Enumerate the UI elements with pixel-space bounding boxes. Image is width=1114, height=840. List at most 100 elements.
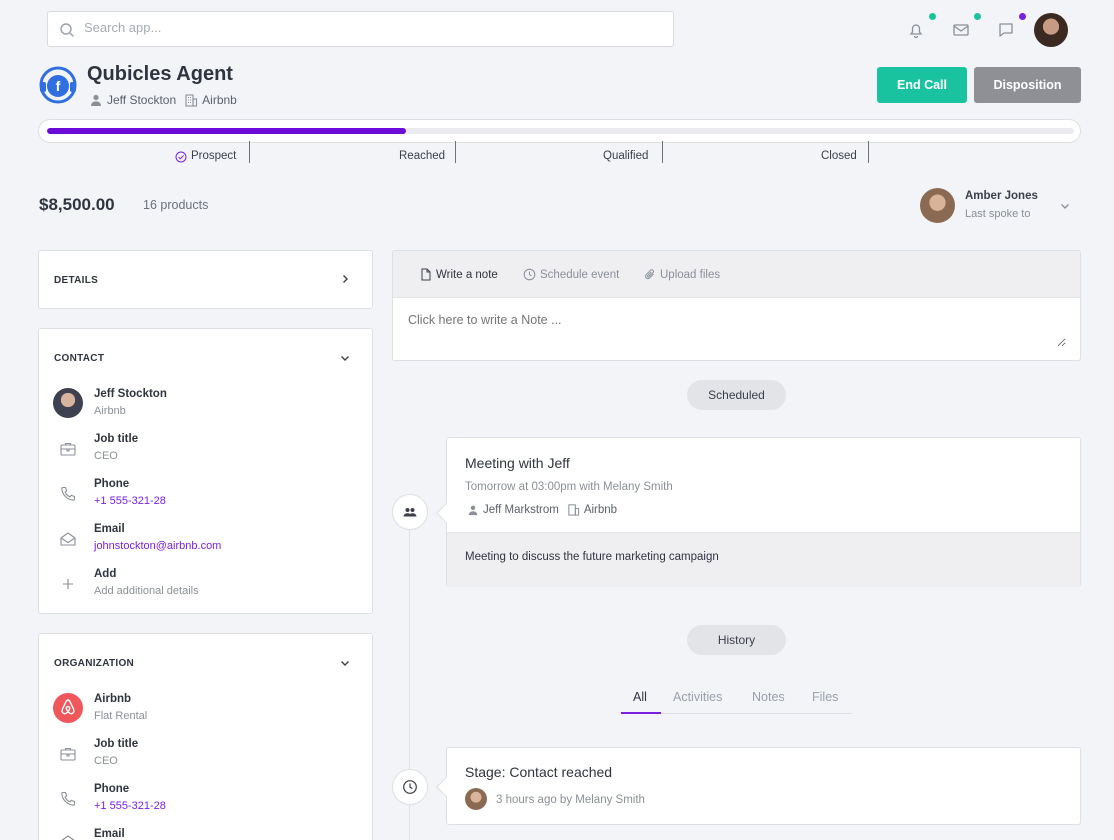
chevron-right-icon[interactable]: [339, 273, 351, 285]
clock-icon: [523, 268, 536, 281]
clock-icon: [403, 780, 417, 794]
meeting-when: Tomorrow at 03:00pm with Melany Smith: [465, 481, 673, 493]
end-call-button[interactable]: End Call: [877, 67, 967, 103]
meeting-company: Airbnb: [583, 503, 618, 516]
notification-dot: [929, 13, 936, 20]
stage-divider: [455, 141, 456, 163]
email-label: Email: [94, 523, 125, 535]
history-tab-all[interactable]: All: [633, 690, 647, 704]
progress-track: [47, 128, 1074, 134]
building-icon: [568, 504, 579, 516]
document-icon: [421, 268, 431, 281]
meeting-people: Jeff Markstrom Airbnb: [467, 503, 617, 516]
briefcase-icon: [60, 442, 76, 456]
stage-prospect[interactable]: Prospect: [191, 150, 236, 162]
tab-schedule-event[interactable]: Schedule event: [523, 268, 619, 281]
tab-write-note-label: Write a note: [436, 268, 498, 281]
contact-company: Airbnb: [94, 405, 126, 417]
details-card[interactable]: DETAILS: [38, 250, 373, 309]
stage-divider: [662, 141, 663, 163]
chat-icon[interactable]: [996, 20, 1016, 40]
org-phone-link[interactable]: +1 555-321-28: [94, 800, 166, 812]
details-title: DETAILS: [54, 275, 99, 286]
deal-amount: $8,500.00: [39, 195, 115, 214]
owner-last-spoke: Last spoke to: [965, 208, 1031, 220]
meeting-card[interactable]: Meeting with Jeff Tomorrow at 03:00pm wi…: [436, 437, 1081, 587]
people-icon: [403, 508, 417, 517]
history-tab-activities[interactable]: Activities: [673, 690, 722, 704]
chat-dot: [1019, 13, 1026, 20]
org-email-label: Email: [94, 828, 125, 840]
airbnb-logo-icon: [53, 693, 83, 723]
search-input[interactable]: [84, 20, 644, 35]
organization-title: ORGANIZATION: [54, 658, 135, 669]
owner-avatar: [920, 188, 955, 223]
stage-divider: [249, 141, 250, 163]
mail-icon[interactable]: [951, 20, 971, 40]
stage-reached[interactable]: Reached: [399, 150, 445, 162]
phone-icon: [61, 791, 76, 806]
user-avatar[interactable]: [1034, 13, 1068, 47]
chevron-down-icon[interactable]: [339, 657, 351, 669]
note-panel: Write a note Schedule event Upload files: [392, 250, 1081, 361]
history-tab-notes[interactable]: Notes: [752, 690, 785, 704]
stage-qualified[interactable]: Qualified: [603, 150, 648, 162]
note-textarea[interactable]: [408, 313, 1066, 347]
card-pointer: [436, 777, 456, 797]
organization-card: ORGANIZATION Airbnb Flat Rental Job titl…: [38, 633, 373, 840]
timeline-meeting-node: [392, 494, 428, 530]
header-company-name: Airbnb: [202, 93, 237, 107]
card-pointer: [436, 503, 456, 523]
owner-name: Amber Jones: [965, 190, 1038, 202]
author-avatar: [465, 788, 487, 810]
timeline-stage-node: [392, 769, 428, 805]
envelope-open-icon: [60, 532, 76, 546]
header-contact-name: Jeff Stockton: [107, 93, 177, 107]
check-circle-icon: [175, 151, 187, 163]
meeting-title: Meeting with Jeff: [465, 455, 570, 471]
add-label[interactable]: Add: [94, 568, 116, 580]
stage-event-meta: 3 hours ago by Melany Smith: [496, 794, 645, 806]
history-tab-indicator: [621, 712, 661, 714]
org-phone-label: Phone: [94, 783, 130, 795]
stage-closed[interactable]: Closed: [821, 150, 857, 162]
product-count: 16 products: [143, 198, 209, 212]
contact-title: CONTACT: [54, 353, 105, 364]
meeting-person: Jeff Markstrom: [483, 503, 559, 516]
job-title-label: Job title: [94, 433, 139, 445]
org-name: Airbnb: [94, 693, 132, 705]
chevron-down-icon[interactable]: [1059, 200, 1071, 212]
contact-name: Jeff Stockton: [94, 388, 167, 400]
building-icon: [185, 94, 198, 107]
disposition-button[interactable]: Disposition: [974, 67, 1081, 103]
plus-icon[interactable]: [59, 575, 77, 593]
job-title-value: CEO: [94, 450, 118, 462]
tab-upload-files[interactable]: Upload files: [644, 268, 720, 281]
org-job-value: CEO: [94, 755, 118, 767]
mail-dot: [974, 13, 981, 20]
scheduled-pill: Scheduled: [687, 380, 786, 410]
person-icon: [468, 505, 478, 515]
note-tabs: Write a note Schedule event Upload files: [393, 251, 1080, 298]
progress-fill: [47, 128, 407, 134]
org-type: Flat Rental: [94, 710, 148, 722]
tab-write-note[interactable]: Write a note: [420, 268, 498, 281]
svg-text:f: f: [56, 78, 61, 94]
search-icon: [60, 23, 74, 37]
page-title: Qubicles Agent: [87, 63, 233, 85]
phone-link[interactable]: +1 555-321-28: [94, 495, 166, 507]
contact-card: CONTACT Jeff Stockton Airbnb Job title C…: [38, 328, 373, 614]
search-bar[interactable]: [47, 11, 674, 47]
header-subtitle: Jeff Stockton Airbnb: [89, 93, 237, 107]
stage-event-card[interactable]: Stage: Contact reached 3 hours ago by Me…: [436, 747, 1081, 825]
tab-upload-files-label: Upload files: [660, 268, 721, 281]
bell-icon[interactable]: [906, 20, 926, 40]
history-tab-files[interactable]: Files: [812, 690, 838, 704]
email-link[interactable]: johnstockton@airbnb.com: [94, 540, 221, 552]
qubicles-logo-icon: f: [39, 66, 77, 104]
add-details-hint: Add additional details: [94, 585, 199, 597]
stage-divider: [868, 141, 869, 163]
chevron-down-icon[interactable]: [339, 352, 351, 364]
phone-icon: [61, 486, 76, 501]
tab-schedule-event-label: Schedule event: [540, 268, 620, 281]
